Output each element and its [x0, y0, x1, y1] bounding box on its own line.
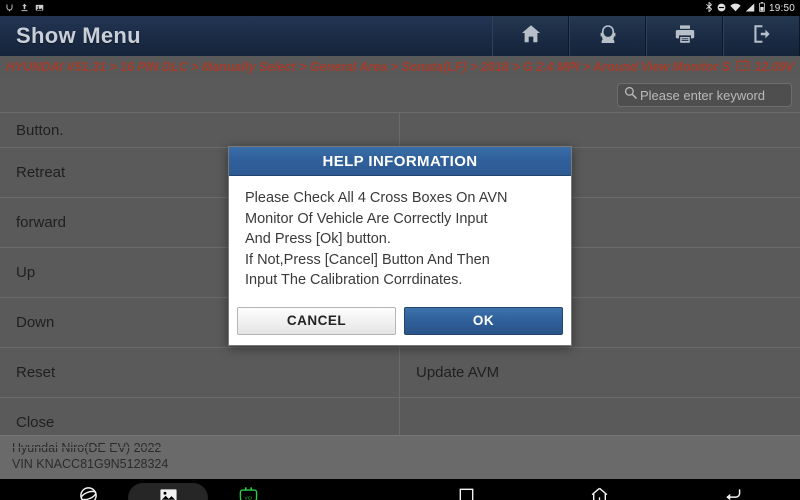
dialog-text-line: If Not,Press [Cancel] Button And Then	[245, 251, 490, 268]
dnd-icon	[717, 3, 726, 14]
menu-item[interactable]: Reset	[0, 348, 399, 398]
battery-icon	[759, 2, 765, 14]
page-title: Show Menu	[16, 23, 141, 48]
vehicle-vin: VIN KNACC81G9N5128324	[12, 457, 169, 471]
gallery-button-pill[interactable]	[128, 482, 208, 500]
breadcrumb: HYUNDAI V51.31 > 16 PIN DLC > Manually S…	[0, 56, 800, 78]
menu-item[interactable]	[400, 112, 800, 148]
dialog-title: HELP INFORMATION	[229, 147, 571, 176]
vci-button[interactable]: VCI	[208, 483, 288, 500]
search-input[interactable]: Please enter keyword	[617, 83, 792, 107]
car-battery-icon	[736, 58, 750, 76]
search-icon	[624, 86, 637, 104]
dialog-text-line: Please Check All 4 Cross Boxes On AVN	[245, 190, 508, 206]
breadcrumb-voltage-group: 12.09V	[730, 58, 794, 76]
menu-item[interactable]: Close	[0, 398, 399, 448]
android-nav-bar: VCI	[0, 479, 800, 500]
exit-button[interactable]	[723, 16, 800, 56]
back-button[interactable]	[678, 483, 788, 500]
gallery-button[interactable]	[128, 482, 208, 500]
upload-icon	[20, 3, 29, 14]
home-icon	[590, 486, 609, 500]
app-header: Show Menu	[0, 16, 800, 56]
vci-connector-icon: VCI	[237, 486, 260, 500]
svg-text:VCI: VCI	[244, 495, 252, 500]
cancel-button[interactable]: CANCEL	[237, 306, 396, 335]
exit-door-icon	[750, 22, 774, 51]
header-action-buttons	[492, 16, 800, 56]
android-status-bar: 19:50	[0, 0, 800, 16]
dialog-body: Please Check All 4 Cross Boxes On AVN Mo…	[229, 176, 571, 301]
browser-button[interactable]	[48, 483, 128, 500]
back-arrow-icon	[723, 487, 743, 500]
wifi-icon	[730, 3, 741, 14]
signal-icon	[745, 2, 755, 14]
menu-item[interactable]	[400, 398, 800, 448]
recents-square-icon	[459, 488, 474, 500]
status-bar-right-icons: 19:50	[705, 1, 795, 14]
dialog-text-line: Input The Calibration Corrdinates.	[245, 272, 463, 288]
breadcrumb-path: HYUNDAI V51.31 > 16 PIN DLC > Manually S…	[6, 60, 731, 74]
search-placeholder: Please enter keyword	[640, 87, 766, 103]
status-bar-clock: 19:50	[768, 2, 795, 14]
bluetooth-icon	[705, 1, 713, 14]
browser-globe-icon	[78, 485, 99, 500]
print-button[interactable]	[646, 16, 723, 56]
search-row: Please enter keyword	[0, 78, 800, 112]
usb-debug-icon	[5, 3, 14, 14]
dialog-actions: CANCEL OK	[229, 301, 571, 345]
nav-left-group: VCI	[0, 482, 288, 500]
help-information-dialog: HELP INFORMATION Please Check All 4 Cros…	[228, 146, 572, 346]
dialog-text-line: Monitor Of Vehicle Are Correctly Input	[245, 210, 488, 227]
support-button[interactable]	[569, 16, 646, 56]
home-button[interactable]	[492, 16, 569, 56]
status-bar-left-icons	[5, 3, 44, 14]
ok-button[interactable]: OK	[404, 306, 563, 335]
screenshot-icon	[35, 3, 44, 14]
home-nav-button[interactable]	[545, 483, 655, 500]
printer-icon	[673, 22, 697, 51]
battery-voltage: 12.09V	[754, 60, 794, 74]
headset-person-icon	[596, 22, 620, 51]
home-icon	[519, 22, 543, 51]
app-root: 19:50 Show Menu HYUNDAI V51.31 > 16 PIN …	[0, 0, 800, 500]
dialog-text-line: And Press [Ok] button.	[245, 231, 391, 247]
menu-item[interactable]: Button.	[0, 112, 399, 148]
menu-item[interactable]: Update AVM	[400, 348, 800, 398]
nav-right-group	[400, 483, 800, 500]
gallery-image-icon	[159, 486, 178, 500]
recents-button[interactable]	[412, 483, 522, 500]
